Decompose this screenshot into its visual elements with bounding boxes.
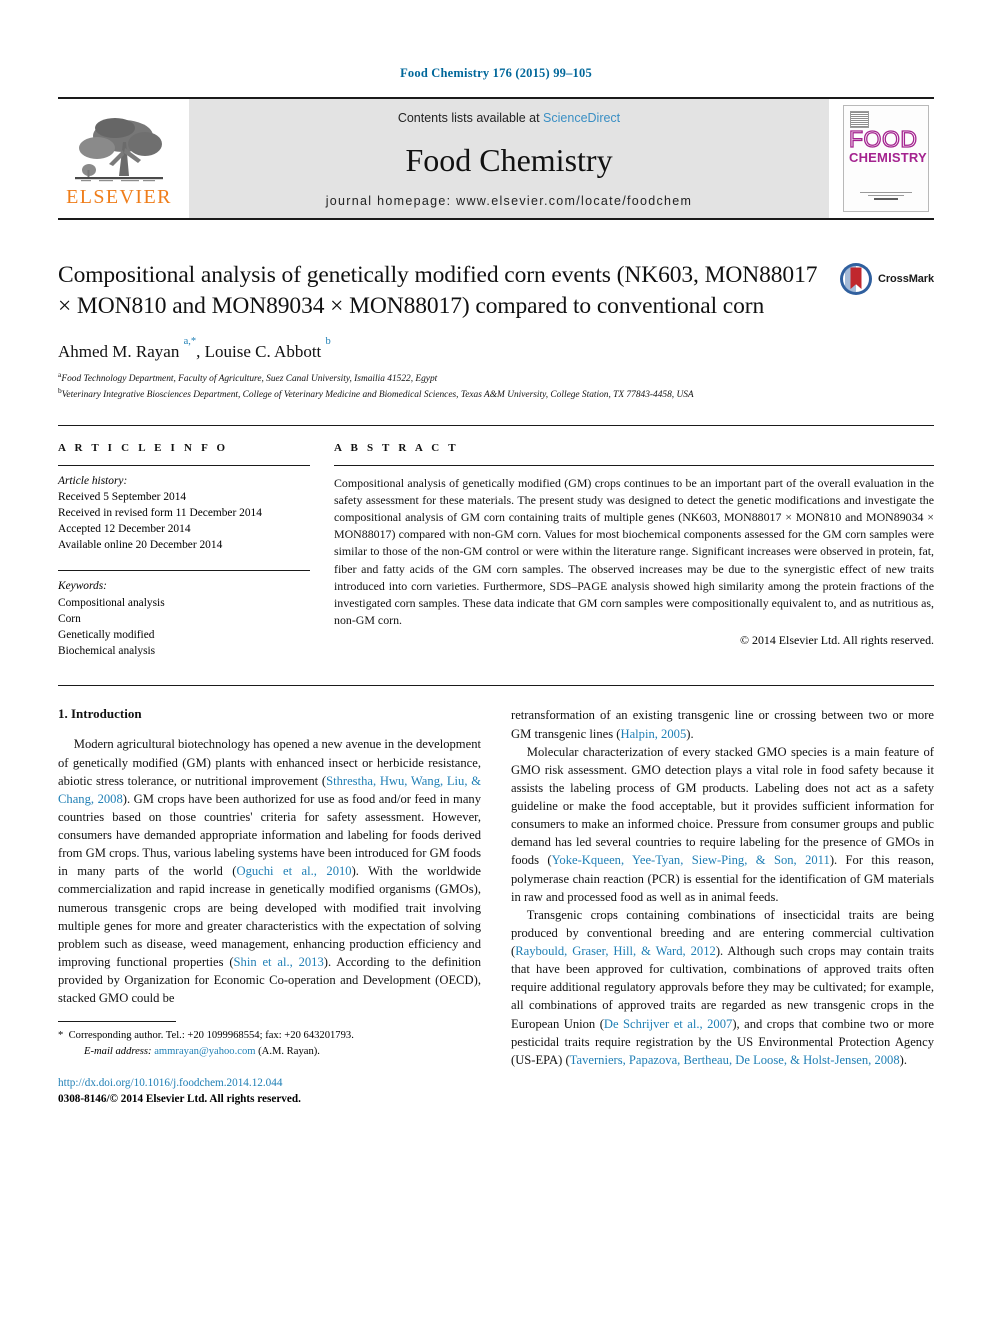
history-item: Received 5 September 2014	[58, 490, 187, 503]
body-column-left: 1. Introduction Modern agricultural biot…	[58, 706, 481, 1107]
affiliation-b-text: Veterinary Integrative Biosciences Depar…	[61, 390, 694, 401]
footnote-line-tel: * Corresponding author. Tel.: +20 109996…	[58, 1028, 481, 1043]
paragraph-right-3: Transgenic crops containing combinations…	[511, 906, 934, 1069]
abstract-copyright: © 2014 Elsevier Ltd. All rights reserved…	[740, 633, 934, 648]
citation-link[interactable]: De Schrijver et al., 2007	[604, 1017, 732, 1031]
keyword-item: Biochemical analysis	[58, 645, 156, 658]
affiliation-a: aFood Technology Department, Faculty of …	[58, 370, 934, 386]
masthead-center: Contents lists available at ScienceDirec…	[189, 99, 829, 218]
footnote-marker: *	[58, 1030, 64, 1042]
sciencedirect-link[interactable]: ScienceDirect	[543, 111, 620, 125]
contents-available-line: Contents lists available at ScienceDirec…	[398, 111, 620, 125]
crossmark-icon	[840, 263, 873, 295]
abstract-heading: A B S T R A C T	[334, 441, 459, 454]
journal-title: Food Chemistry	[405, 141, 613, 178]
citation-link[interactable]: Taverniers, Papazova, Bertheau, De Loose…	[570, 1053, 900, 1067]
journal-cover-thumbnail: FOOD CHEMISTRY	[838, 99, 934, 218]
paragraph-text: ).	[899, 1052, 907, 1067]
citation-link[interactable]: Raybould, Graser, Hill, & Ward, 2012	[515, 944, 716, 958]
keyword-item: Genetically modified	[58, 629, 155, 641]
article-history-label: Article history:	[58, 474, 128, 487]
paragraph-text: ).	[686, 726, 694, 741]
email-owner: (A.M. Rayan).	[258, 1045, 320, 1057]
citation-link[interactable]: Oguchi et al., 2010	[236, 864, 351, 878]
abstract-column: A B S T R A C T Compositional analysis o…	[334, 442, 934, 660]
issn-copyright-line: 0308-8146/© 2014 Elsevier Ltd. All right…	[58, 1092, 301, 1105]
contents-prefix: Contents lists available at	[397, 111, 544, 125]
citation-link[interactable]: Halpin, 2005	[620, 727, 686, 741]
cover-image: FOOD CHEMISTRY	[843, 105, 929, 212]
title-block: Compositional analysis of genetically mo…	[58, 260, 934, 322]
affiliation-b: bVeterinary Integrative Biosciences Depa…	[58, 386, 934, 402]
crossmark-label: CrossMark	[878, 273, 934, 285]
history-item: Accepted 12 December 2014	[58, 523, 191, 536]
keywords-block: Keywords: Compositional analysis Corn Ge…	[58, 571, 310, 659]
footnote-line-email: E-mail address: ammrayan@yahoo.com (A.M.…	[58, 1044, 481, 1059]
keyword-item: Compositional analysis	[58, 596, 165, 609]
info-abstract-block: A R T I C L E I N F O Article history: R…	[58, 424, 934, 660]
elsevier-logo: ELSEVIER	[58, 99, 180, 218]
journal-masthead: ELSEVIER Contents lists available at Sci…	[58, 97, 934, 220]
page-title: Compositional analysis of genetically mo…	[58, 262, 818, 319]
footnote-text: Corresponding author. Tel.: +20 10999685…	[68, 1030, 354, 1042]
paragraph-right-2: Molecular characterization of every stac…	[511, 743, 934, 906]
paragraph-right-1: retransformation of an existing transgen…	[511, 706, 934, 742]
doi-link[interactable]: http://dx.doi.org/10.1016/j.foodchem.201…	[58, 1076, 481, 1092]
info-gap	[58, 553, 310, 570]
corresponding-author-footnote: * Corresponding author. Tel.: +20 109996…	[58, 1021, 481, 1059]
paragraph-text: Molecular characterization of every stac…	[511, 744, 934, 868]
article-info-heading: A R T I C L E I N F O	[58, 441, 229, 454]
article-history: Article history: Received 5 September 20…	[58, 466, 310, 554]
body-column-right: retransformation of an existing transgen…	[511, 706, 934, 1107]
history-item: Received in revised form 11 December 201…	[58, 506, 262, 519]
article-info-column: A R T I C L E I N F O Article history: R…	[58, 442, 334, 660]
journal-homepage-link[interactable]: journal homepage: www.elsevier.com/locat…	[326, 194, 693, 208]
affiliation-a-text: Food Technology Department, Faculty of A…	[61, 373, 438, 384]
citation-link[interactable]: Yoke-Kqueen, Yee-Tyan, Siew-Ping, & Son,…	[552, 853, 830, 867]
author-list: Ahmed M. Rayan a,*, Louise C. Abbott b	[58, 336, 331, 361]
crossmark-badge[interactable]: CrossMark	[834, 260, 934, 322]
keywords-label: Keywords:	[58, 580, 107, 593]
keyword-item: Corn	[58, 612, 81, 625]
abstract-text: Compositional analysis of genetically mo…	[334, 475, 934, 628]
cover-footer-lines	[860, 192, 912, 202]
history-item: Available online 20 December 2014	[58, 539, 223, 552]
paragraph-text: retransformation of an existing transgen…	[511, 708, 934, 741]
footnote-rule	[58, 1021, 176, 1023]
section-heading-introduction: 1. Introduction	[58, 706, 142, 722]
elsevier-tree-icon	[75, 118, 163, 182]
body-columns: 1. Introduction Modern agricultural biot…	[58, 685, 934, 1107]
doi-footer: http://dx.doi.org/10.1016/j.foodchem.201…	[58, 1076, 481, 1107]
cover-title-food: FOOD	[848, 126, 918, 152]
running-head: Food Chemistry 176 (2015) 99–105	[400, 66, 592, 80]
article-page: Food Chemistry 176 (2015) 99–105 ELSEVIE…	[0, 0, 992, 1323]
email-address-label: E-mail address:	[84, 1045, 152, 1057]
elsevier-wordmark: ELSEVIER	[66, 186, 172, 208]
paragraph-left-1: Modern agricultural biotechnology has op…	[58, 735, 481, 1007]
paragraph-text: ). With the worldwide commercialization …	[58, 864, 482, 969]
email-link[interactable]: ammrayan@yahoo.com	[154, 1046, 255, 1057]
cover-title-chemistry: CHEMISTRY	[849, 150, 927, 165]
citation-link[interactable]: Shin et al., 2013	[234, 955, 324, 969]
